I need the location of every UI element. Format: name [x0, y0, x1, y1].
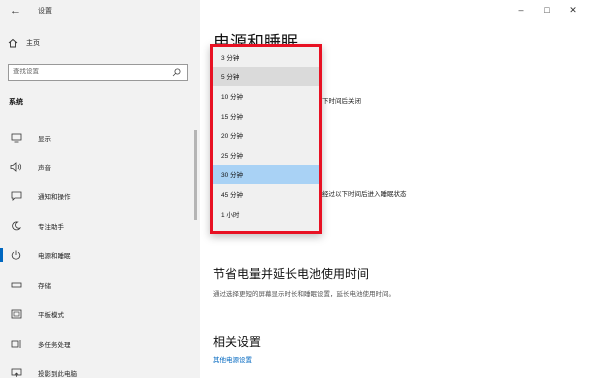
display-icon: [9, 132, 23, 144]
dropdown-option[interactable]: 5 分钟: [213, 66, 319, 87]
screen-off-label: 下时间后关闭: [322, 98, 361, 105]
sidebar-item-multitasking[interactable]: 多任务处理: [0, 333, 200, 355]
tablet-icon: [9, 308, 23, 320]
dropdown-option[interactable]: 45 分钟: [213, 184, 319, 204]
focus-assist-icon: [9, 220, 23, 232]
sidebar-item-notifications[interactable]: 通知和操作: [0, 185, 200, 207]
sidebar-item-display[interactable]: 显示: [0, 127, 200, 149]
search-box[interactable]: [8, 64, 188, 81]
other-power-settings-link[interactable]: 其他电源设置: [213, 354, 252, 364]
window-controls: – □ ✕: [508, 3, 586, 17]
sidebar-item-label: 显示: [38, 136, 51, 143]
dropdown-option[interactable]: 3 分钟: [213, 47, 319, 67]
battery-description: 通过选择更短的屏幕显示时长和睡眠设置，延长电池使用时间。: [213, 291, 395, 298]
battery-heading: 节省电量并延长电池使用时间: [213, 267, 370, 281]
sidebar-item-sound[interactable]: 声音: [0, 156, 200, 178]
sidebar-item-label: 平板模式: [38, 312, 64, 319]
dropdown-option[interactable]: 1 小时: [213, 204, 319, 224]
sidebar-item-project[interactable]: 投影到此电脑: [0, 362, 200, 378]
search-input[interactable]: [13, 68, 163, 75]
sidebar-item-label: 投影到此电脑: [38, 371, 77, 378]
home-nav-item[interactable]: 主页: [8, 38, 40, 48]
sound-icon: [9, 161, 23, 173]
power-icon: [9, 249, 23, 261]
dropdown-option[interactable]: 25 分钟: [213, 145, 319, 165]
dropdown-option[interactable]: 15 分钟: [213, 106, 319, 126]
search-icon[interactable]: [172, 68, 181, 77]
timeout-dropdown-list: 3 分钟 5 分钟 10 分钟 15 分钟 20 分钟 25 分钟 30 分钟 …: [210, 44, 322, 234]
sidebar-item-label: 电源和睡眠: [38, 253, 71, 260]
back-button[interactable]: ←: [10, 5, 21, 17]
home-label: 主页: [26, 40, 40, 47]
sidebar-item-storage[interactable]: 存储: [0, 274, 200, 296]
minimize-button[interactable]: –: [508, 3, 534, 17]
multitasking-icon: [9, 338, 23, 350]
sidebar-item-power-sleep[interactable]: 电源和睡眠: [0, 244, 200, 266]
close-button[interactable]: ✕: [560, 3, 586, 17]
notification-icon: [9, 190, 23, 202]
sidebar-item-label: 专注助手: [38, 224, 64, 231]
dropdown-option[interactable]: 20 分钟: [213, 125, 319, 145]
sidebar-item-tablet[interactable]: 平板模式: [0, 303, 200, 325]
sidebar-item-label: 存储: [38, 283, 51, 290]
related-settings-heading: 相关设置: [213, 335, 262, 349]
sidebar-item-label: 声音: [38, 165, 51, 172]
home-icon: [8, 38, 18, 48]
window-title: 设置: [38, 8, 52, 15]
maximize-button[interactable]: □: [534, 3, 560, 17]
section-title: 系统: [9, 99, 23, 106]
project-icon: [9, 367, 23, 378]
sidebar-scrollbar[interactable]: [194, 130, 197, 220]
sleep-label: 经过以下时间后进入睡眠状态: [322, 191, 407, 198]
sidebar-item-label: 通知和操作: [38, 194, 71, 201]
active-indicator: [0, 248, 3, 262]
sidebar: ← 设置 主页 系统 显示 声音 通知和操作: [0, 0, 200, 378]
dropdown-option-selected[interactable]: 30 分钟: [213, 164, 319, 185]
dropdown-option[interactable]: 10 分钟: [213, 86, 319, 106]
storage-icon: [9, 279, 23, 291]
sidebar-item-focus-assist[interactable]: 专注助手: [0, 215, 200, 237]
sidebar-item-label: 多任务处理: [38, 342, 71, 349]
